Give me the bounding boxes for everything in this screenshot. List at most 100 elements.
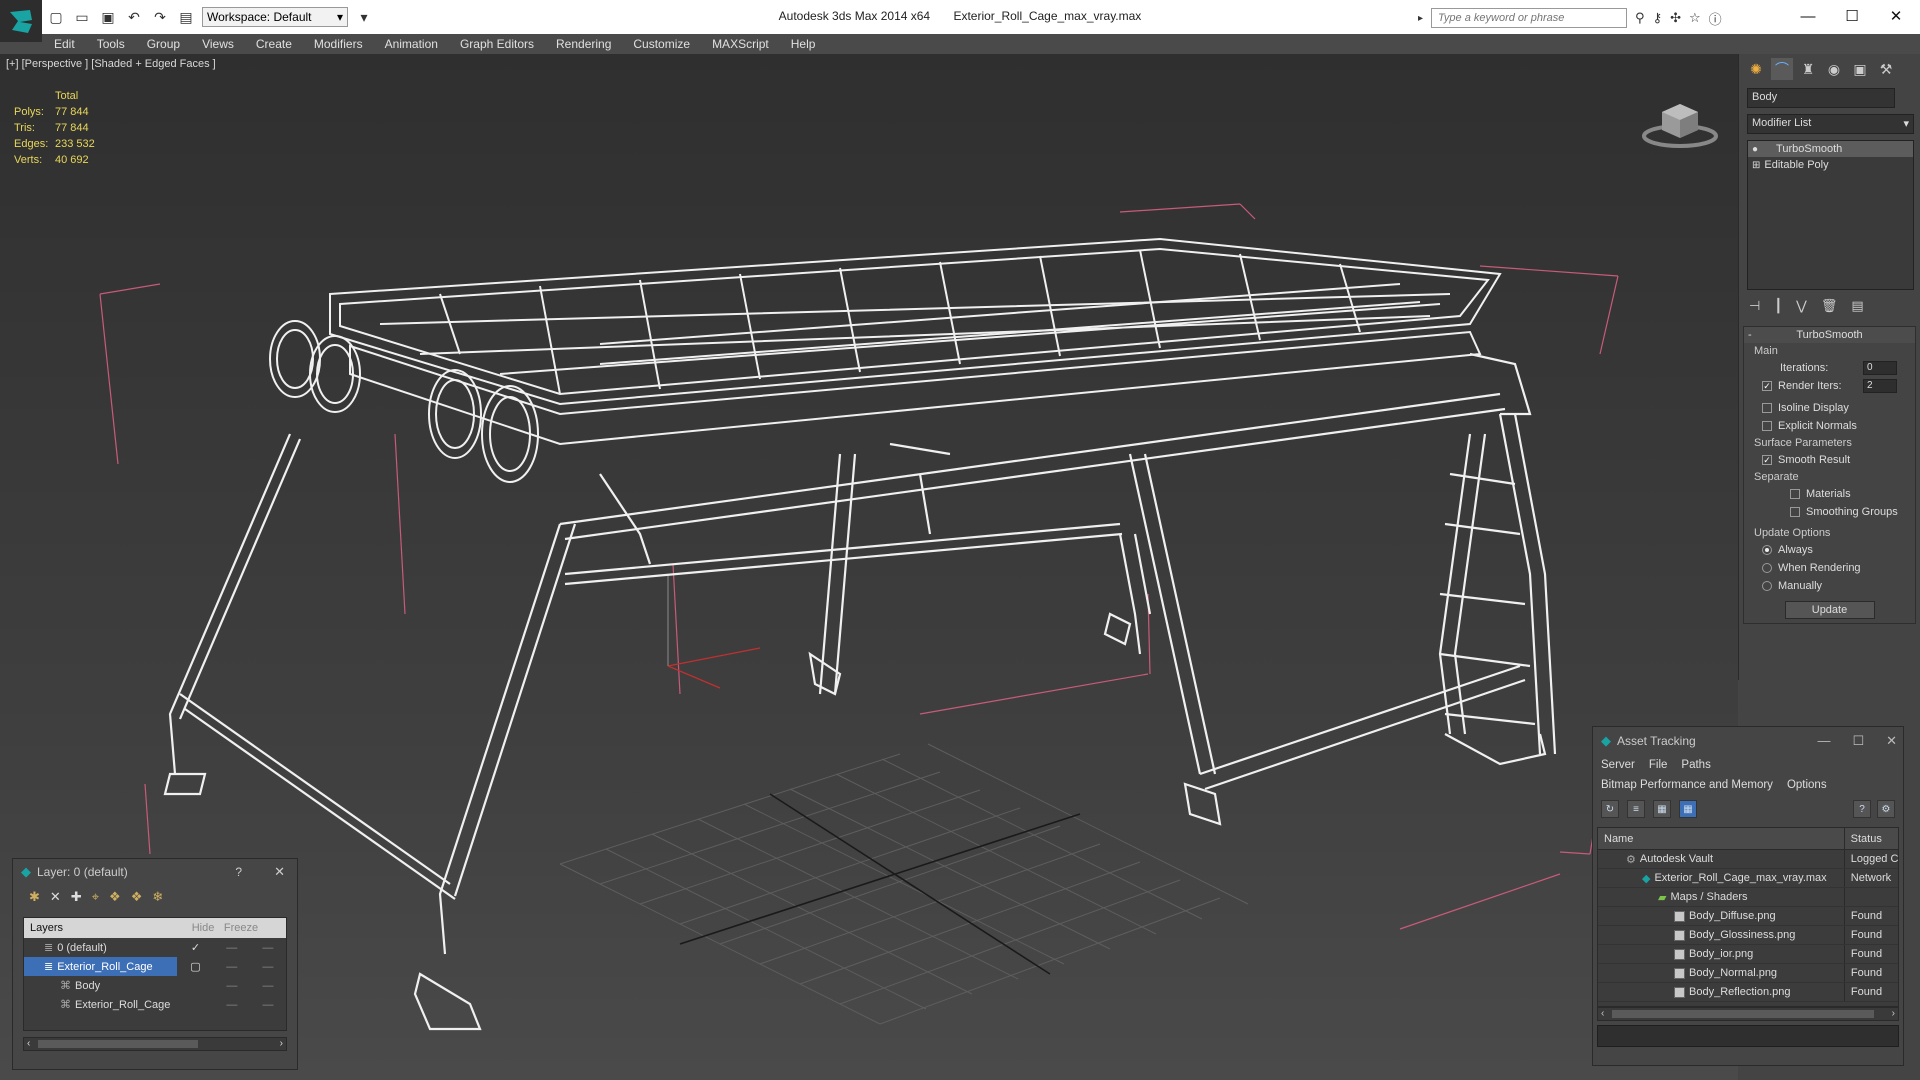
app-logo-button[interactable] [0, 0, 42, 42]
workspace-dropdown[interactable]: Workspace: Default ▾ [202, 7, 348, 27]
select-objects-icon[interactable]: ⌖ [92, 889, 99, 905]
close-button[interactable]: ✕ [1876, 4, 1916, 28]
close-button[interactable]: ✕ [274, 864, 285, 880]
stack-item-editable-poly[interactable]: ⊞ Editable Poly [1748, 157, 1913, 173]
new-layer-icon[interactable]: ✱ [29, 889, 40, 905]
layer-row[interactable]: ≣ 0 (default) ✓ — — [24, 938, 286, 957]
thumbnail-view-icon[interactable]: ▦ [1653, 800, 1671, 818]
freeze-toggle[interactable]: — [250, 980, 286, 992]
horizontal-scrollbar[interactable]: ‹ › [1597, 1007, 1899, 1021]
hide-toggle[interactable]: — [214, 942, 250, 954]
menu-edit[interactable]: Edit [54, 37, 75, 51]
chevron-down-icon[interactable]: ▾ [354, 7, 374, 27]
column-freeze[interactable]: Freeze [222, 922, 260, 934]
table-row[interactable]: ⚙ Autodesk Vault Logged C [1598, 850, 1898, 869]
remove-modifier-icon[interactable]: 🗑 [1821, 298, 1838, 314]
menu-modifiers[interactable]: Modifiers [314, 37, 363, 51]
scroll-left-icon[interactable]: ‹ [1601, 1008, 1604, 1019]
modifier-list-dropdown[interactable]: Modifier List ▾ [1747, 114, 1914, 134]
open-file-icon[interactable]: ▭ [72, 7, 92, 27]
render-iters-spinner[interactable]: 2 [1863, 379, 1897, 393]
always-radio[interactable] [1762, 545, 1772, 555]
layer-row[interactable]: ⌘ Body — — [24, 976, 286, 995]
utilities-tab-icon[interactable]: ⚒ [1875, 58, 1897, 80]
freeze-toggle[interactable]: — [250, 942, 286, 954]
table-row[interactable]: ▰ Maps / Shaders [1598, 888, 1898, 907]
minimize-button[interactable]: — [1788, 4, 1828, 28]
menu-animation[interactable]: Animation [385, 37, 438, 51]
table-row[interactable]: Body_Reflection.png Found [1598, 983, 1898, 1002]
layer-row[interactable]: ≣ Exterior_Roll_Cage ▢ — — [24, 957, 286, 976]
help-icon[interactable]: ⓘ [1709, 9, 1722, 28]
manually-radio[interactable] [1762, 581, 1772, 591]
freeze-all-icon[interactable]: ❄ [152, 889, 163, 905]
undo-icon[interactable]: ↶ [124, 7, 144, 27]
column-layers[interactable]: Layers [24, 918, 184, 938]
modify-tab-icon[interactable]: ⌒ [1771, 58, 1793, 80]
star-icon[interactable]: ☆ [1689, 10, 1701, 26]
create-tab-icon[interactable]: ✺ [1745, 58, 1767, 80]
asset-path-field[interactable] [1597, 1025, 1899, 1047]
highlight-layer-icon[interactable]: ❖ [109, 889, 121, 905]
new-file-icon[interactable]: ▢ [46, 7, 66, 27]
lightbulb-icon[interactable]: ● [1752, 144, 1758, 155]
show-end-result-icon[interactable]: ┃ [1774, 298, 1782, 314]
hide-toggle[interactable]: — [214, 980, 250, 992]
menu-graph-editors[interactable]: Graph Editors [460, 37, 534, 51]
freeze-toggle[interactable]: — [250, 961, 286, 973]
scroll-right-icon[interactable]: › [1892, 1008, 1895, 1019]
render-iters-checkbox[interactable]: ✓ [1762, 381, 1772, 391]
smoothing-groups-checkbox[interactable] [1790, 507, 1800, 517]
help-icon[interactable]: ? [1853, 800, 1871, 818]
table-row[interactable]: Body_Glossiness.png Found [1598, 926, 1898, 945]
maximize-button[interactable]: ☐ [1832, 4, 1872, 28]
search-input[interactable] [1431, 8, 1628, 28]
menu-group[interactable]: Group [147, 37, 180, 51]
explicit-normals-checkbox[interactable] [1762, 421, 1772, 431]
make-active-toggle[interactable]: ▢ [177, 960, 213, 973]
object-name-field[interactable]: Body [1747, 88, 1895, 108]
hide-toggle[interactable]: — [214, 999, 250, 1011]
active-layer-checkmark-icon[interactable]: ✓ [177, 941, 213, 954]
menu-rendering[interactable]: Rendering [556, 37, 611, 51]
hide-all-icon[interactable]: ❖ [131, 889, 143, 905]
viewcube[interactable] [1640, 92, 1720, 155]
help-button[interactable]: ? [235, 865, 242, 879]
menu-paths[interactable]: Paths [1681, 759, 1710, 771]
table-row[interactable]: Body_ior.png Found [1598, 945, 1898, 964]
list-view-icon[interactable]: ≡ [1627, 800, 1645, 818]
refresh-icon[interactable]: ↻ [1601, 800, 1619, 818]
satellite-icon[interactable]: ✣ [1670, 10, 1681, 26]
update-button[interactable]: Update [1784, 601, 1875, 619]
save-icon[interactable]: ▣ [98, 7, 118, 27]
minimize-button[interactable]: — [1817, 733, 1830, 749]
binoculars-icon[interactable]: ⚲ [1635, 10, 1645, 26]
hierarchy-tab-icon[interactable]: ♜ [1797, 58, 1819, 80]
make-unique-icon[interactable]: ⋁ [1796, 298, 1807, 314]
hide-toggle[interactable]: — [214, 961, 250, 973]
menu-tools[interactable]: Tools [97, 37, 125, 51]
freeze-toggle[interactable]: — [250, 999, 286, 1011]
redo-icon[interactable]: ↷ [150, 7, 170, 27]
menu-maxscript[interactable]: MAXScript [712, 37, 769, 51]
motion-tab-icon[interactable]: ◉ [1823, 58, 1845, 80]
maximize-button[interactable]: ☐ [1852, 733, 1864, 749]
configure-modifier-sets-icon[interactable]: ▤ [1851, 298, 1863, 314]
column-status[interactable]: Status [1845, 833, 1898, 845]
column-name[interactable]: Name [1598, 828, 1845, 849]
settings-icon[interactable]: ⚙ [1877, 800, 1895, 818]
layer-row[interactable]: ⌘ Exterior_Roll_Cage — — [24, 995, 286, 1014]
rollout-title[interactable]: - TurboSmooth [1744, 327, 1915, 343]
menu-help[interactable]: Help [791, 37, 816, 51]
key-icon[interactable]: ⚷ [1653, 10, 1663, 26]
menu-views[interactable]: Views [202, 37, 234, 51]
viewport-label[interactable]: [+] [Perspective ] [Shaded + Edged Faces… [6, 58, 216, 70]
menu-customize[interactable]: Customize [633, 37, 690, 51]
scroll-left-icon[interactable]: ‹ [27, 1038, 30, 1049]
scroll-thumb[interactable] [38, 1040, 198, 1048]
project-folder-icon[interactable]: ▤ [176, 7, 196, 27]
table-row[interactable]: ◆ Exterior_Roll_Cage_max_vray.max Network [1598, 869, 1898, 888]
isoline-checkbox[interactable] [1762, 403, 1772, 413]
menu-options[interactable]: Options [1787, 779, 1827, 791]
menu-create[interactable]: Create [256, 37, 292, 51]
